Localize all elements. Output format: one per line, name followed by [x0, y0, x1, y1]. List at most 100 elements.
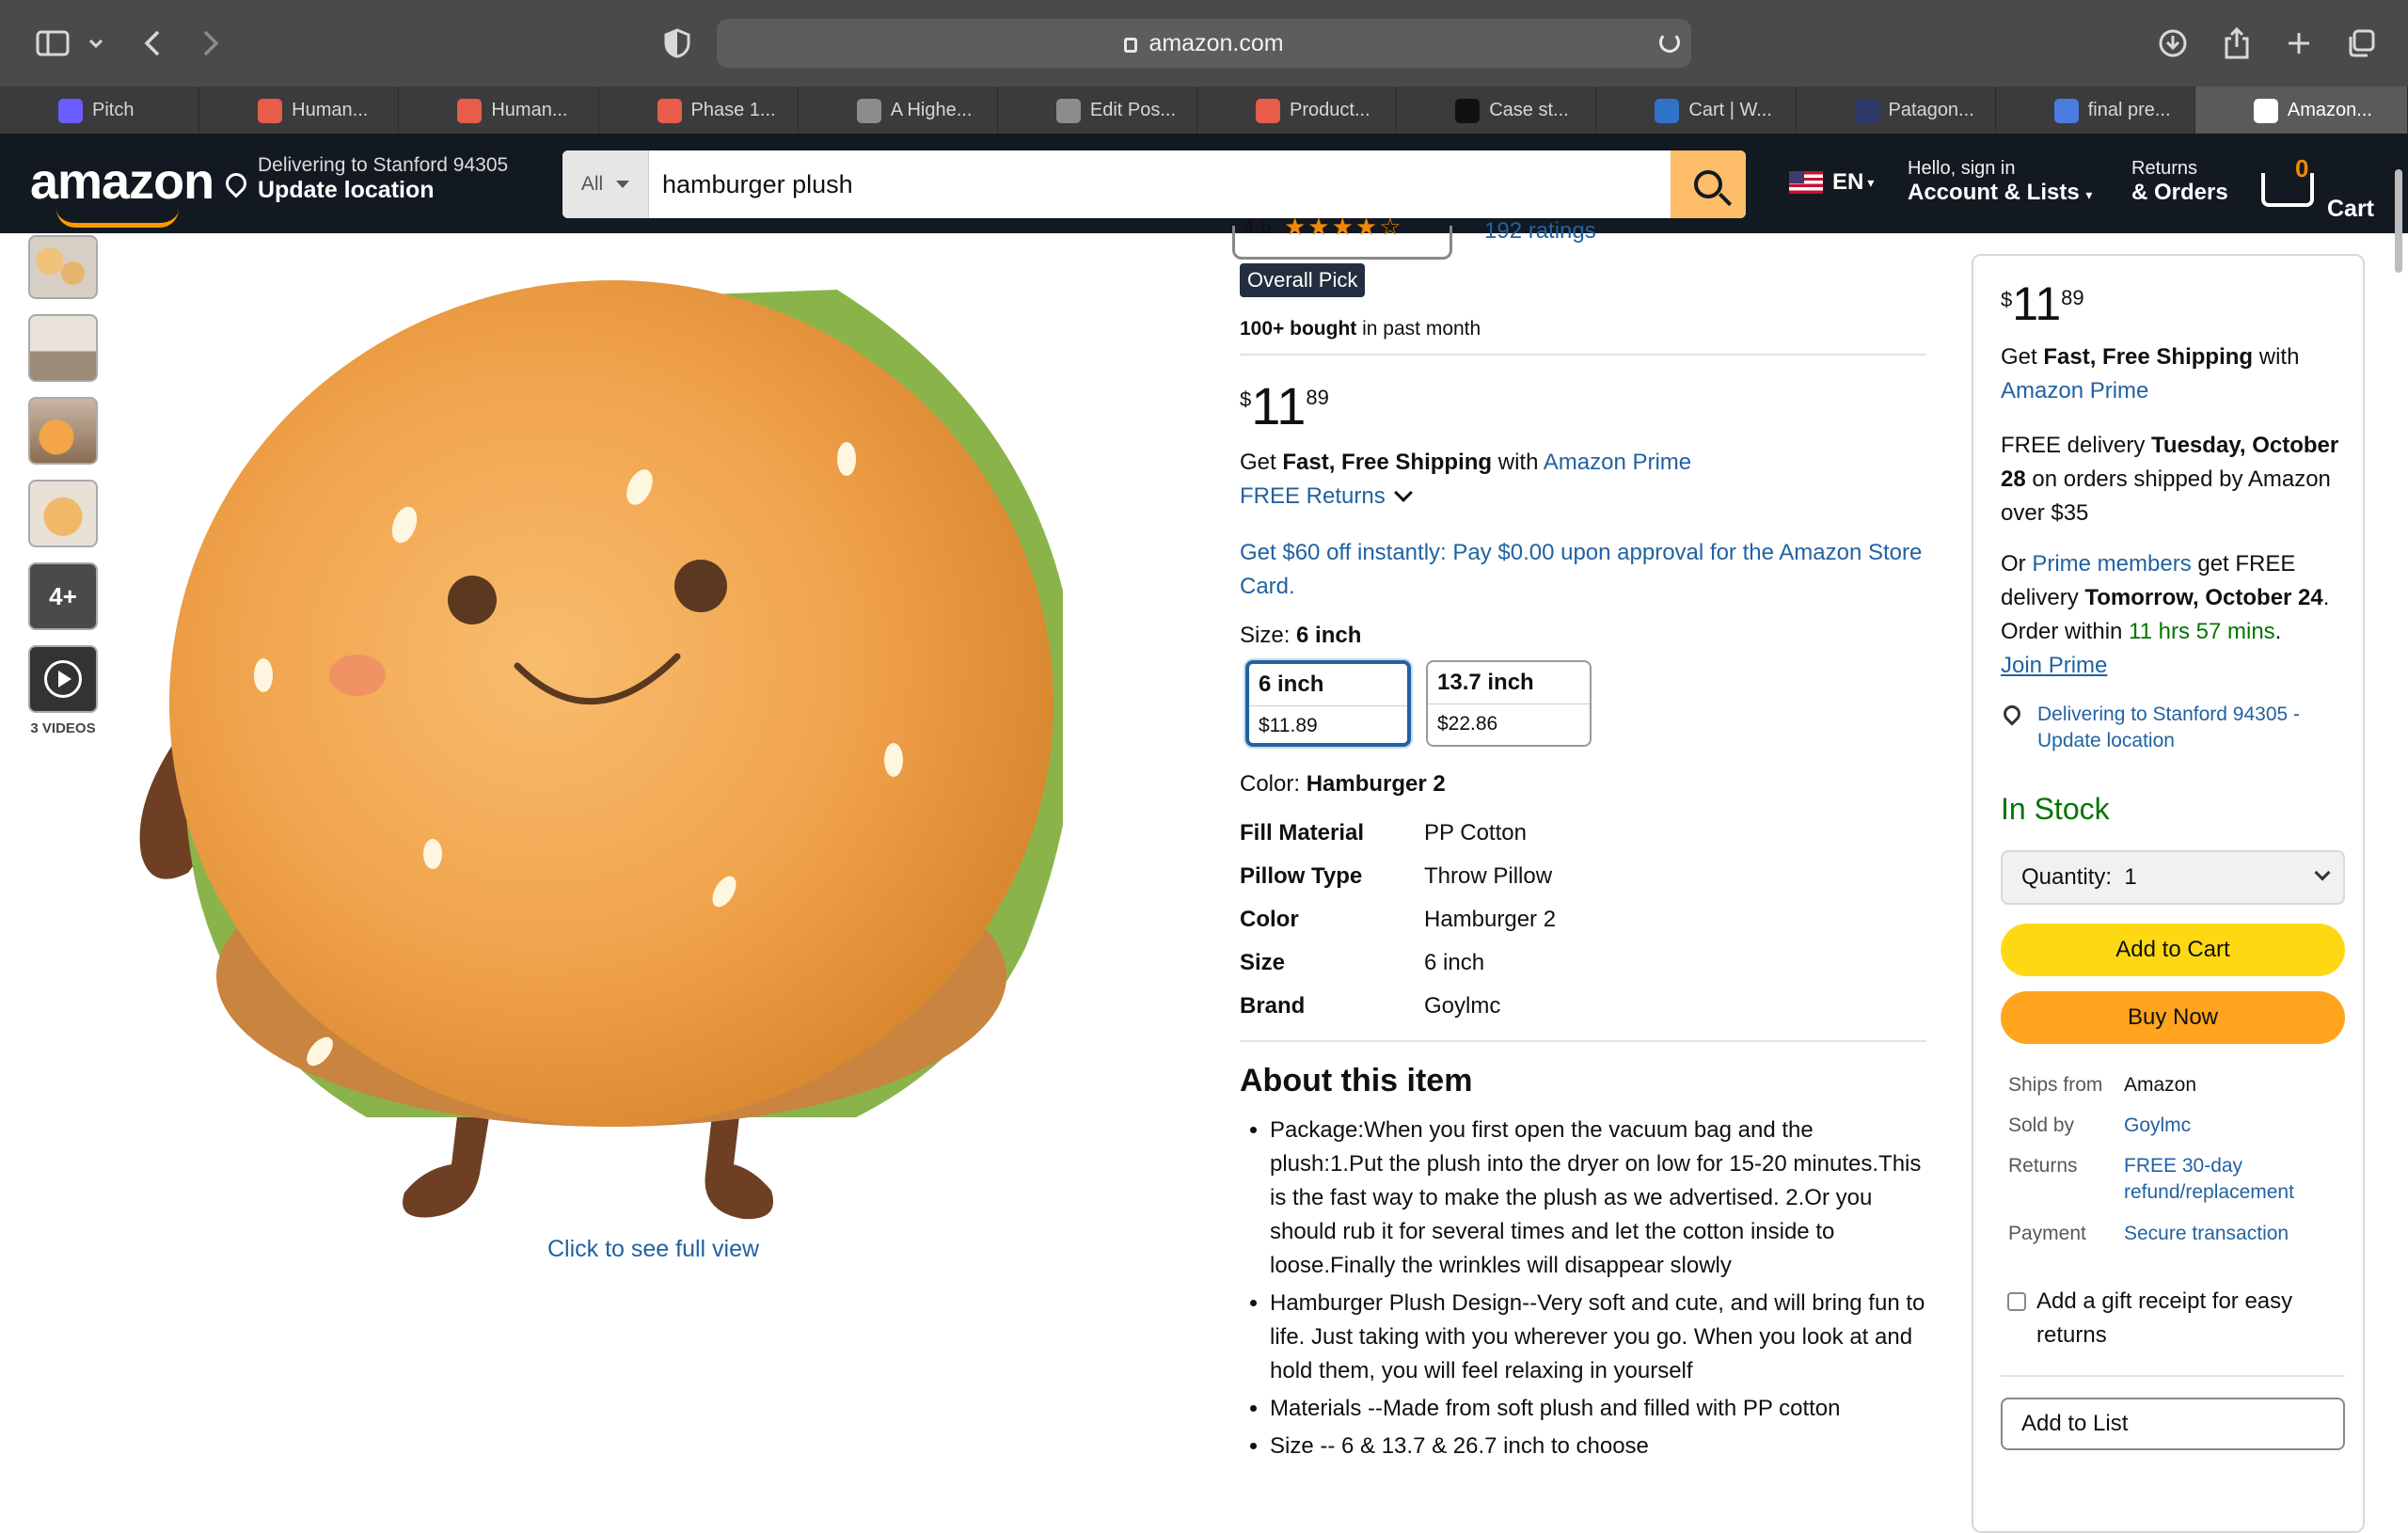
address-bar[interactable]: amazon.com [717, 19, 1691, 68]
prime-link[interactable]: Amazon Prime [2001, 378, 2148, 403]
about-title: About this item [1240, 1063, 1473, 1098]
size-value: 6 inch [1296, 623, 1362, 648]
quantity-value: 1 [2124, 864, 2137, 890]
thumbnail-image[interactable] [28, 397, 98, 465]
ratings-count-link[interactable]: 192 ratings [1484, 218, 1596, 245]
thumbnail-image[interactable] [28, 314, 98, 382]
free-returns-link[interactable]: FREE Returns [1240, 480, 1413, 514]
browser-tab[interactable]: Patagon... [1797, 87, 1996, 134]
size-option-6-inch[interactable]: 6 inch $11.89 [1245, 660, 1411, 747]
join-prime-link[interactable]: Join Prime [2001, 653, 2107, 678]
site-header: amazon Delivering to Stanford 94305 Upda… [0, 134, 2408, 233]
add-to-list-button[interactable]: Add to List [2001, 1398, 2345, 1450]
size-option-price: $22.86 [1437, 713, 1498, 735]
shipping-pre: Get [2001, 344, 2044, 370]
video-thumbnail[interactable] [28, 645, 98, 713]
prime-or: Or [2001, 551, 2033, 577]
download-icon[interactable] [2154, 21, 2192, 66]
browser-tab[interactable]: A Highe... [799, 87, 998, 134]
tab-favicon-icon [856, 99, 881, 123]
deliver-link: Delivering to Stanford 94305 - Update lo… [2037, 703, 2300, 751]
main-product-image[interactable] [122, 233, 1157, 1249]
size-option-13-7-inch[interactable]: 13.7 inch $22.86 [1426, 660, 1592, 747]
forward-icon[interactable] [196, 21, 226, 66]
tab-overview-icon[interactable] [2342, 21, 2380, 66]
add-to-cart-button[interactable]: Add to Cart [2001, 924, 2345, 976]
tab-label: Human... [491, 99, 568, 120]
full-view-link[interactable]: Click to see full view [547, 1236, 759, 1263]
account-menu[interactable]: Hello, sign in Account & Lists ▾ [1908, 158, 2092, 206]
tab-favicon-icon [657, 99, 682, 123]
secure-transaction-link[interactable]: Secure transaction [2124, 1221, 2289, 1247]
amazon-logo[interactable]: amazon [30, 152, 214, 228]
location-pin-icon [221, 168, 251, 198]
buybox-location[interactable]: Delivering to Stanford 94305 - Update lo… [2000, 702, 2352, 754]
prime-members-link[interactable]: Prime members [2032, 551, 2191, 577]
seller-link[interactable]: Goylmc [2124, 1113, 2191, 1139]
shipping-pre: Get [1240, 450, 1283, 475]
account-lists-label: Account & Lists [1908, 180, 2080, 205]
chevron-down-icon [1393, 483, 1413, 502]
rating-dropdown[interactable]: 4.6 ★★★★☆ [1232, 213, 1452, 260]
language-selector[interactable]: EN ▾ [1789, 169, 1874, 196]
tab-label: final pre... [2087, 99, 2171, 120]
browser-tab[interactable]: final pre... [1996, 87, 2195, 134]
spec-table: Fill Material PP Cotton Pillow Type Throw … [1240, 820, 1556, 1036]
cart-label: Cart [2327, 196, 2375, 222]
browser-tab[interactable]: Human... [199, 87, 400, 134]
tab-favicon-icon [1055, 99, 1081, 123]
search-button[interactable] [1671, 150, 1746, 218]
tab-favicon-icon [457, 99, 483, 123]
rating-value: 4.6 [1243, 214, 1272, 238]
free-delivery-info: FREE delivery Tuesday, October 28 on ord… [2001, 429, 2358, 530]
logo-text: amazon [30, 153, 214, 210]
spec-key: Fill Material [1240, 820, 1365, 846]
share-icon[interactable] [2218, 21, 2256, 66]
delivery-location[interactable]: Delivering to Stanford 94305 Update loca… [221, 154, 508, 204]
store-card-promo[interactable]: Get $60 off instantly: Pay $0.00 upon ap… [1240, 536, 1926, 604]
url-text: amazon.com [1149, 29, 1284, 56]
search-category-select[interactable]: All [562, 150, 649, 218]
shipping-mid: with [2253, 344, 2300, 370]
sidebar-toggle-icon[interactable] [32, 21, 73, 66]
buy-now-button[interactable]: Buy Now [2001, 991, 2345, 1044]
back-icon[interactable] [137, 21, 167, 66]
ships-from-label: Ships from [2008, 1074, 2103, 1096]
cart-count: 0 [2295, 154, 2309, 182]
tab-label: Human... [292, 99, 369, 120]
tab-label: Cart | W... [1688, 99, 1772, 120]
page-scrollbar[interactable] [2395, 169, 2402, 273]
prime-link[interactable]: Amazon Prime [1544, 450, 1691, 475]
thumbnail-image[interactable] [28, 235, 98, 299]
browser-tab[interactable]: Human... [399, 87, 599, 134]
returns-orders[interactable]: Returns & Orders [2131, 158, 2228, 206]
chevron-down-icon[interactable] [83, 21, 109, 66]
size-option-name: 13.7 inch [1437, 670, 1534, 695]
browser-tab[interactable]: Amazon... [2194, 87, 2408, 134]
more-images-button[interactable]: 4+ [28, 562, 98, 630]
new-tab-icon[interactable] [2280, 21, 2318, 66]
spec-key: Size [1240, 950, 1286, 975]
browser-tab[interactable]: Edit Pos... [998, 87, 1198, 134]
quantity-select[interactable]: Quantity: 1 [2001, 850, 2345, 905]
thumbnail-image[interactable] [28, 480, 98, 547]
browser-tab[interactable]: Cart | W... [1596, 87, 1797, 134]
gift-receipt-checkbox[interactable] [2007, 1292, 2026, 1311]
browser-toolbar: amazon.com [0, 0, 2408, 87]
shield-icon[interactable] [658, 21, 696, 66]
spec-value: Hamburger 2 [1424, 907, 1557, 932]
quantity-label: Quantity: [2021, 864, 2113, 890]
browser-tab[interactable]: Case st... [1397, 87, 1597, 134]
reload-icon[interactable] [1659, 32, 1680, 53]
spec-value: Throw Pillow [1424, 863, 1553, 889]
returns-policy-link[interactable]: FREE 30-day refund/replacement [2124, 1153, 2331, 1206]
color-label: Color: [1240, 771, 1307, 797]
price-fraction: 89 [2061, 286, 2084, 309]
price-whole: 11 [2012, 277, 2062, 330]
list-item: Hamburger Plush Design--Very soft and cu… [1270, 1287, 1926, 1388]
browser-tab[interactable]: Phase 1... [599, 87, 799, 134]
browser-tab[interactable]: Pitch [0, 87, 200, 134]
search-input[interactable]: hamburger plush [649, 150, 1671, 218]
browser-tab[interactable]: Product... [1197, 87, 1398, 134]
price-symbol: $ [1240, 387, 1252, 411]
